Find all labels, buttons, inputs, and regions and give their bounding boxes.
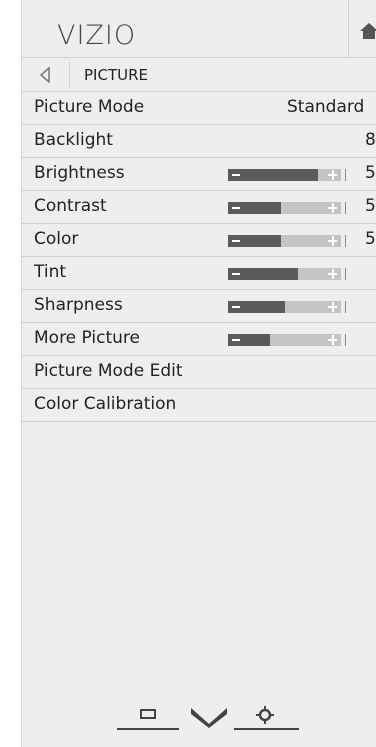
menu-item-label: Brightness [34, 163, 125, 183]
menu-item-color-calibration[interactable]: Color Calibration [22, 389, 376, 422]
wide-screen-icon[interactable] [140, 709, 156, 719]
menu-item-value: Standard [287, 97, 365, 117]
slider-fill [228, 169, 319, 181]
menu-item-label: Picture Mode [34, 97, 145, 117]
bottom-underline-left [117, 728, 179, 730]
menu-item-more-picture[interactable]: More Picture [22, 323, 376, 356]
menu-item-color[interactable]: Color 5 [22, 224, 376, 257]
menu-item-label: More Picture [34, 328, 141, 348]
slider-end-tick [345, 334, 346, 346]
gear-icon[interactable] [256, 706, 274, 724]
menu-item-brightness[interactable]: Brightness 5 [22, 158, 376, 191]
back-arrow-icon[interactable] [40, 67, 50, 83]
menu-item-label: Sharpness [34, 295, 123, 315]
menu-item-label: Picture Mode Edit [34, 361, 183, 381]
plus-icon [328, 268, 338, 280]
value-slider[interactable] [228, 202, 346, 214]
plus-icon [328, 169, 338, 181]
slider-end-tick [345, 169, 346, 181]
minus-icon [232, 339, 240, 341]
minus-icon [232, 273, 240, 275]
menu-item-label: Backlight [34, 130, 113, 150]
minus-icon [232, 240, 240, 242]
header: VIZIO [22, 0, 376, 58]
minus-icon [232, 207, 240, 209]
header-divider [348, 0, 349, 58]
value-slider[interactable] [228, 235, 346, 247]
plus-icon [328, 235, 338, 247]
slider-end-tick [345, 268, 346, 280]
slider-end-tick [345, 235, 346, 247]
menu-item-sharpness[interactable]: Sharpness [22, 290, 376, 323]
value-slider[interactable] [228, 334, 346, 346]
bottom-bar [22, 700, 376, 740]
minus-icon [232, 306, 240, 308]
menu-item-label: Color [34, 229, 79, 249]
menu-item-contrast[interactable]: Contrast 5 [22, 191, 376, 224]
menu-item-value: 5 [365, 163, 376, 183]
menu-item-backlight[interactable]: Backlight 8 [22, 125, 376, 158]
menu-item-value: 5 [365, 196, 376, 216]
plus-icon [328, 334, 338, 346]
menu-item-label: Color Calibration [34, 394, 177, 414]
slider-end-tick [345, 202, 346, 214]
menu-item-label: Contrast [34, 196, 107, 216]
value-slider[interactable] [228, 268, 346, 280]
bottom-underline-right [234, 728, 299, 730]
breadcrumb-title: PICTURE [84, 66, 148, 84]
value-slider[interactable] [228, 169, 346, 181]
settings-panel: VIZIO PICTURE Picture Mode Standard Backli… [21, 0, 376, 747]
menu-item-value: 5 [365, 229, 376, 249]
menu-item-picture-mode[interactable]: Picture Mode Standard [22, 92, 376, 125]
menu-item-picture-mode-edit[interactable]: Picture Mode Edit [22, 356, 376, 389]
menu-item-label: Tint [34, 262, 67, 282]
menu-item-value: 8 [365, 130, 376, 150]
slider-end-tick [345, 301, 346, 313]
chevron-down-icon[interactable] [189, 706, 229, 728]
home-icon[interactable] [358, 20, 376, 42]
menu-item-tint[interactable]: Tint [22, 257, 376, 290]
breadcrumb: PICTURE [22, 58, 376, 92]
minus-icon [232, 174, 240, 176]
value-slider[interactable] [228, 301, 346, 313]
plus-icon [328, 202, 338, 214]
vizio-logo: VIZIO [57, 20, 137, 51]
breadcrumb-divider [69, 62, 70, 88]
plus-icon [328, 301, 338, 313]
